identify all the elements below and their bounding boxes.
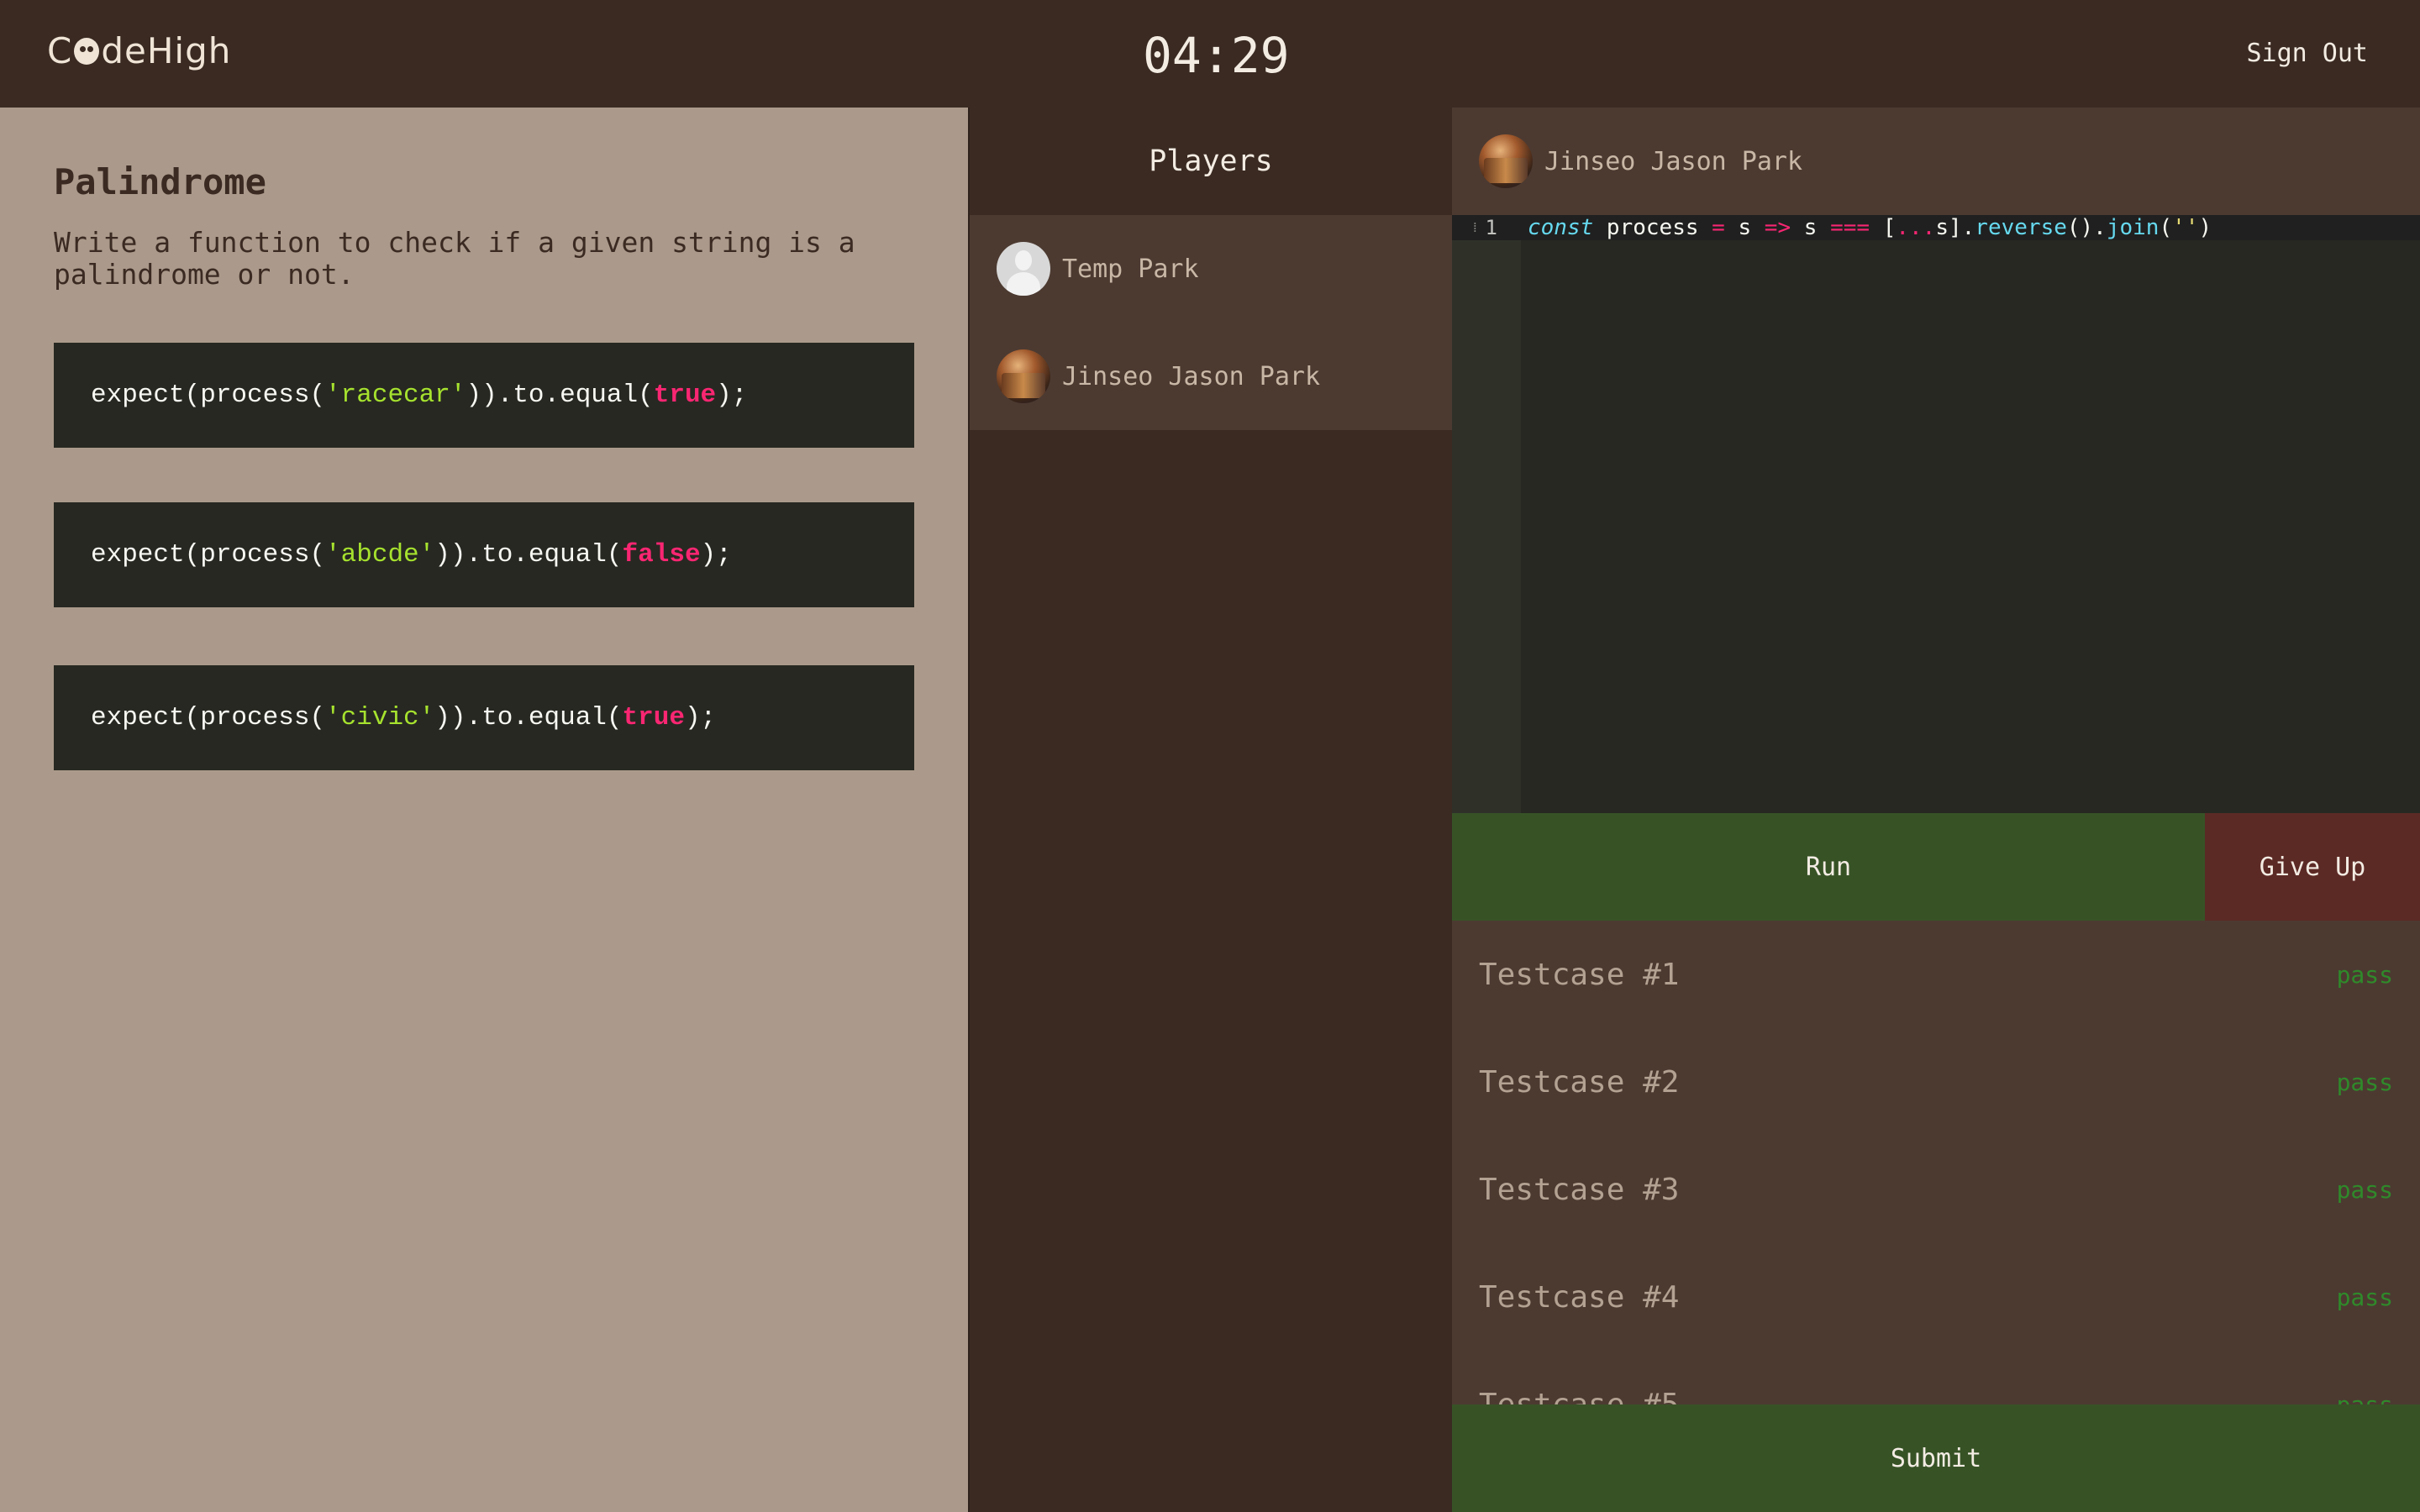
editor-owner: Jinseo Jason Park [1452, 108, 2420, 215]
line-number: ⁞ 1 [1452, 215, 1521, 240]
code-token: (). [2066, 215, 2107, 240]
sign-out-button[interactable]: Sign Out [2247, 39, 2369, 68]
fold-icon: ⁞ [1473, 219, 1477, 235]
code-token: process [1593, 215, 1712, 240]
status-badge: pass [2336, 1283, 2393, 1311]
test-example: expect(process('abcde')).to.equal(false)… [54, 502, 914, 607]
player-list: Temp Park Jinseo Jason Park [970, 215, 1452, 430]
code-token: s]. [1935, 215, 1975, 240]
status-badge: pass [2336, 1175, 2393, 1204]
code-token: const [1528, 215, 1594, 240]
test-code-middle: )).to.equal( [434, 540, 623, 570]
editor-panel: Jinseo Jason Park ⁞ 1 const process = s =… [1452, 108, 2420, 1512]
code-token: s [1724, 215, 1765, 240]
testcase-label: Testcase #5 [1479, 1387, 1680, 1405]
test-example: expect(process('racecar')).to.equal(true… [54, 343, 914, 448]
run-button[interactable]: Run [1452, 813, 2205, 921]
skull-logo-icon [74, 37, 100, 65]
default-avatar-icon [997, 242, 1050, 296]
code-token: = [1712, 215, 1725, 240]
testcase-label: Testcase #4 [1479, 1279, 1680, 1315]
test-code-middle: )).to.equal( [466, 381, 654, 410]
test-code-expected: true [653, 381, 717, 410]
line-number-value: 1 [1485, 216, 1497, 239]
app-logo[interactable]: C deHigh [47, 30, 231, 71]
problem-panel: Palindrome Write a function to check if … [0, 108, 968, 1512]
test-code-suffix: ); [684, 703, 717, 732]
list-item: Testcase #4 pass [1452, 1243, 2420, 1351]
status-badge: pass [2336, 1390, 2393, 1405]
list-item: Testcase #3 pass [1452, 1136, 2420, 1243]
test-code-expected: false [622, 540, 701, 570]
code-token: s [1791, 215, 1831, 240]
player-name: Temp Park [1062, 254, 1199, 284]
code-line[interactable]: const process = s => s === [... s]. revers… [1528, 215, 2212, 240]
code-token: ( [2159, 215, 2173, 240]
code-editor[interactable]: ⁞ 1 const process = s => s === [... s]. rev… [1452, 215, 2420, 813]
test-code-middle: )).to.equal( [434, 703, 623, 732]
list-item: Testcase #5 pass [1452, 1351, 2420, 1405]
test-code-suffix: ); [700, 540, 732, 570]
logo-letter: C [47, 30, 73, 71]
avatar [997, 349, 1050, 403]
status-badge: pass [2336, 1068, 2393, 1096]
testcase-label: Testcase #1 [1479, 957, 1680, 992]
code-token: reverse [1975, 215, 2067, 240]
editor-gutter [1452, 215, 1521, 813]
players-panel: Players Temp Park Jinseo Jason Park [968, 108, 1452, 1512]
logo-text: deHigh [101, 30, 232, 71]
test-code-argument: 'racecar' [325, 381, 466, 410]
test-code-prefix: expect(process( [91, 381, 326, 410]
problem-description: Write a function to check if a given str… [54, 226, 855, 291]
code-token: === [1830, 215, 1870, 240]
test-code-argument: 'civic' [325, 703, 435, 732]
top-bar: C deHigh 04:29 Sign Out [0, 0, 2420, 108]
give-up-button[interactable]: Give Up [2205, 813, 2420, 921]
code-token: ... [1896, 215, 1936, 240]
code-token: ) [2198, 215, 2212, 240]
list-item: Testcase #1 pass [1452, 921, 2420, 1028]
player-name: Jinseo Jason Park [1062, 361, 1321, 391]
code-token: [ [1870, 215, 1897, 240]
code-token: => [1764, 215, 1791, 240]
test-example: expect(process('civic')).to.equal(true); [54, 665, 914, 770]
code-token: join [2106, 215, 2160, 240]
testcase-label: Testcase #3 [1479, 1172, 1680, 1207]
avatar [1479, 134, 1533, 188]
test-code-prefix: expect(process( [91, 540, 326, 570]
player-item[interactable]: Jinseo Jason Park [970, 323, 1452, 430]
testcase-label: Testcase #2 [1479, 1064, 1680, 1100]
players-heading: Players [1149, 144, 1273, 178]
submit-button[interactable]: Submit [1452, 1404, 2420, 1512]
test-code-expected: true [622, 703, 685, 732]
test-code-argument: 'abcde' [325, 540, 435, 570]
test-code-suffix: ); [716, 381, 748, 410]
countdown-timer: 04:29 [1143, 27, 1290, 84]
testcase-list[interactable]: Testcase #1 pass Testcase #2 pass Testca… [1452, 921, 2420, 1404]
player-item[interactable]: Temp Park [970, 215, 1452, 323]
status-badge: pass [2336, 960, 2393, 989]
action-buttons: Run Give Up [1452, 813, 2420, 921]
code-token: '' [2172, 215, 2199, 240]
list-item: Testcase #2 pass [1452, 1028, 2420, 1136]
problem-title: Palindrome [54, 161, 266, 202]
test-code-prefix: expect(process( [91, 703, 326, 732]
editor-owner-name: Jinseo Jason Park [1544, 146, 1803, 176]
